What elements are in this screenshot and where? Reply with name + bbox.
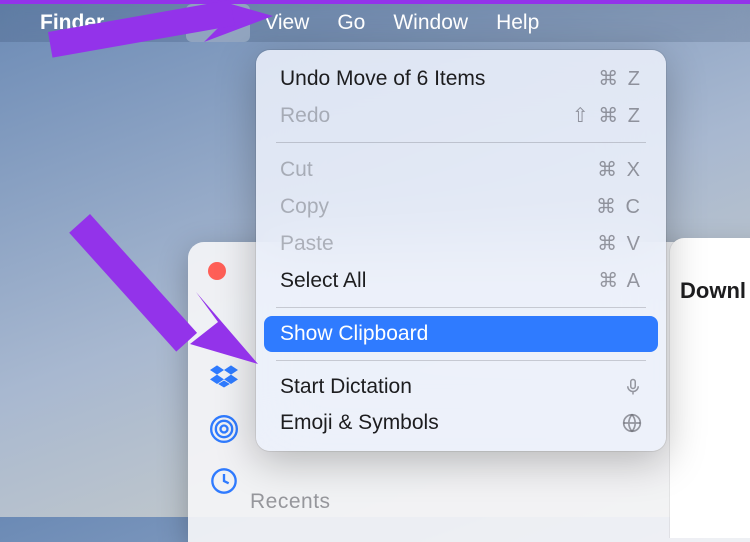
menu-item-redo: Redo ⇧ ⌘ Z: [264, 97, 658, 134]
menubar-item-window[interactable]: Window: [379, 4, 482, 42]
menu-item-label: Paste: [280, 232, 334, 256]
menu-item-label: Cut: [280, 158, 313, 182]
mic-icon: [624, 376, 642, 398]
sidebar-item-recents-label[interactable]: Recents: [250, 490, 331, 514]
menu-separator: [276, 142, 646, 143]
globe-icon: [622, 413, 642, 433]
menubar-item-go[interactable]: Go: [323, 4, 379, 42]
menu-item-shortcut: ⌘ V: [597, 231, 642, 256]
downloads-column: Downl: [670, 238, 750, 538]
menu-item-shortcut: ⌘ Z: [598, 66, 642, 91]
menu-item-label: Undo Move of 6 Items: [280, 67, 485, 91]
edit-menu-dropdown: Undo Move of 6 Items ⌘ Z Redo ⇧ ⌘ Z Cut …: [256, 50, 666, 451]
menu-item-show-clipboard[interactable]: Show Clipboard: [264, 316, 658, 352]
menu-item-undo[interactable]: Undo Move of 6 Items ⌘ Z: [264, 60, 658, 97]
menu-item-shortcut: ⌘ C: [596, 194, 642, 219]
menu-item-label: Show Clipboard: [280, 322, 428, 346]
menu-item-label: Emoji & Symbols: [280, 411, 439, 435]
menu-item-shortcut: ⇧ ⌘ Z: [572, 103, 642, 128]
menu-item-start-dictation[interactable]: Start Dictation: [264, 369, 658, 405]
menu-item-select-all[interactable]: Select All ⌘ A: [264, 262, 658, 299]
menu-item-paste: Paste ⌘ V: [264, 225, 658, 262]
annotation-arrow-show-clipboard: [60, 174, 270, 384]
menu-item-shortcut: ⌘ A: [598, 268, 642, 293]
menu-item-emoji-symbols[interactable]: Emoji & Symbols: [264, 405, 658, 441]
menu-item-label: Select All: [280, 269, 366, 293]
menu-separator: [276, 360, 646, 361]
menu-item-label: Start Dictation: [280, 375, 412, 399]
menu-item-copy: Copy ⌘ C: [264, 188, 658, 225]
annotation-arrow-edit: [28, 0, 278, 88]
menu-item-label: Redo: [280, 104, 330, 128]
menubar-item-help[interactable]: Help: [482, 4, 553, 42]
menu-item-shortcut: ⌘ X: [597, 157, 642, 182]
airdrop-icon[interactable]: [209, 414, 239, 444]
menu-item-cut: Cut ⌘ X: [264, 151, 658, 188]
menu-item-label: Copy: [280, 195, 329, 219]
recents-icon[interactable]: [209, 466, 239, 496]
menu-separator: [276, 307, 646, 308]
downloads-header: Downl: [670, 238, 750, 304]
